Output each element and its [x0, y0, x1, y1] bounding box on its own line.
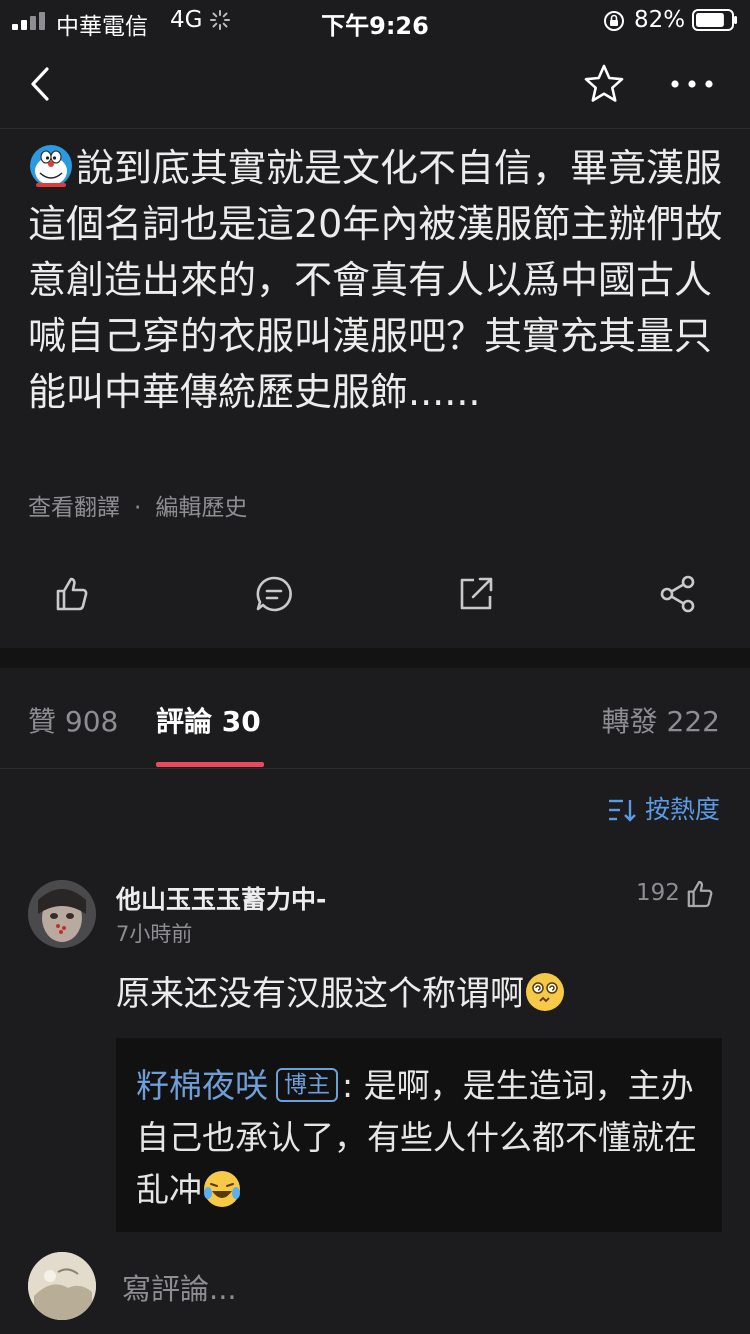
commenter-avatar[interactable] [28, 880, 96, 948]
reply-username[interactable]: 籽棉夜咲 [136, 1066, 268, 1105]
comment-text-content: 原来还没有汉服这个称谓啊 [116, 974, 524, 1014]
more-horizontal-icon[interactable] [668, 64, 716, 104]
author-badge: 博主 [276, 1068, 338, 1102]
comment-input-bar: 寫評論... [0, 1236, 750, 1334]
chevron-left-icon[interactable] [22, 64, 62, 104]
dizzy-face-emoji-icon [526, 973, 564, 1011]
reply-content: 籽棉夜咲 博主: 是啊，是生造词，主办自己也承认了，有些人什么都不懂就在乱冲 [136, 1060, 706, 1216]
meta-separator: · [134, 495, 142, 521]
battery-icon [692, 9, 737, 31]
post-text: 說到底其實就是文化不自信，畢竟漢服這個名詞也是這20年內被漢服節主辦們故意創造出… [28, 146, 723, 414]
battery-percent: 82% [634, 7, 686, 33]
comment-like-count: 192 [636, 880, 680, 906]
avatar-image [28, 880, 96, 948]
comment-input[interactable]: 寫評論... [122, 1266, 237, 1308]
sort-icon [608, 799, 636, 822]
active-tab-indicator [156, 762, 264, 767]
sort-selector[interactable]: 按熱度 [607, 790, 720, 826]
post-action-bar [0, 560, 750, 632]
section-divider [0, 648, 750, 668]
repost-icon[interactable] [456, 574, 496, 614]
comment-text: 原来还没有汉服这个称谓啊 [116, 966, 566, 1015]
my-avatar-image [28, 1252, 96, 1320]
nav-bar [0, 42, 750, 129]
edit-history-link[interactable]: 編輯歷史 [155, 495, 247, 521]
rotation-lock-icon [604, 11, 624, 31]
reply-box[interactable]: 籽棉夜咲 博主: 是啊，是生造词，主办自己也承认了，有些人什么都不懂就在乱冲 [116, 1038, 722, 1232]
reply-colon: : [342, 1066, 354, 1105]
sort-label: 按熱度 [644, 795, 720, 824]
star-icon[interactable] [582, 62, 626, 106]
laughing-crying-emoji-icon [204, 1171, 240, 1207]
comment-time: 7小時前 [116, 922, 193, 946]
doraemon-emoji-icon [30, 145, 72, 187]
translate-link[interactable]: 查看翻譯 [28, 495, 120, 521]
my-avatar[interactable] [28, 1252, 96, 1320]
thumbs-up-icon[interactable] [52, 574, 92, 614]
tab-reposts[interactable]: 轉發 222 [602, 700, 720, 740]
post-meta: 查看翻譯 · 編輯歷史 [28, 488, 247, 522]
tab-likes[interactable]: 贊 908 [28, 700, 118, 740]
comment-icon[interactable] [254, 574, 294, 614]
commenter-username[interactable]: 他山玉玉玉蓄力中- [116, 880, 326, 916]
interaction-tabs: 贊 908 評論 30 轉發 222 [0, 668, 750, 769]
post-content: 說到底其實就是文化不自信，畢竟漢服這個名詞也是這20年內被漢服節主辦們故意創造出… [28, 140, 728, 420]
thumbs-up-icon[interactable] [684, 878, 716, 910]
status-bar: 中華電信 4G 下午9:26 82% [0, 0, 750, 42]
tab-comments[interactable]: 評論 30 [156, 700, 261, 740]
share-icon[interactable] [658, 574, 698, 614]
